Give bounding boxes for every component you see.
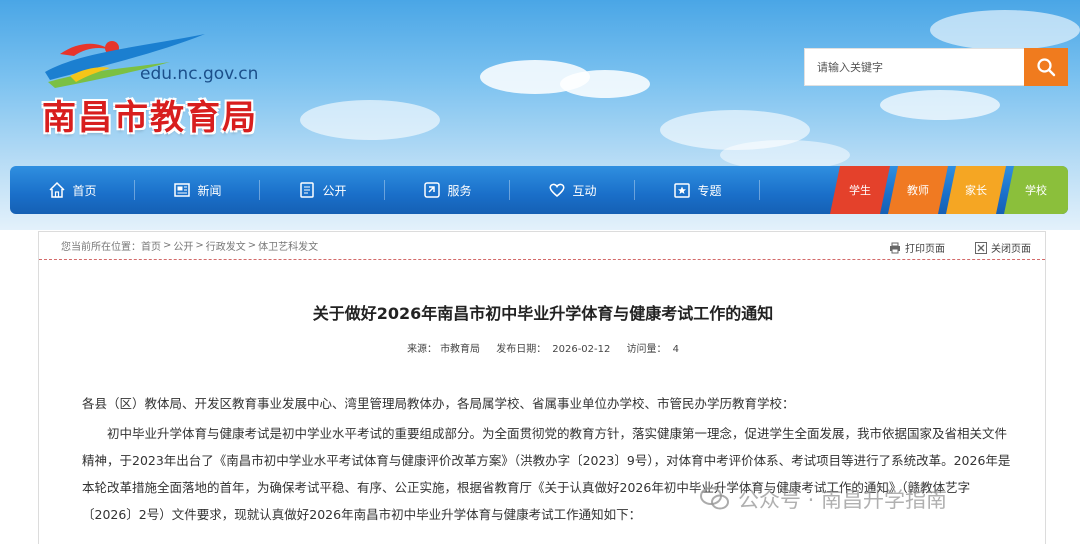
cloud xyxy=(930,10,1080,50)
heart-icon xyxy=(549,183,565,197)
visits-value: 4 xyxy=(672,344,679,355)
print-button[interactable]: 打印页面 xyxy=(889,240,945,255)
source-label: 来源： xyxy=(407,344,438,355)
article-title: 关于做好2026年南昌市初中毕业升学体育与健康考试工作的通知 xyxy=(312,304,774,323)
nav-item-label: 首页 xyxy=(72,183,97,198)
star-icon xyxy=(674,183,691,198)
breadcrumb-item-home[interactable]: 首页 xyxy=(141,238,161,253)
home-icon xyxy=(49,181,66,198)
role-tab-student[interactable]: 学生 xyxy=(830,166,890,214)
breadcrumb-item-admin-docs[interactable]: 行政发文 xyxy=(206,238,246,253)
nav-item-topic[interactable]: 专题 xyxy=(635,166,760,214)
page-tools: 打印页面 关闭页面 xyxy=(889,240,1031,255)
search-box xyxy=(804,48,1068,86)
article-meta: 来源： 市教育局 发布日期： 2026-02-12 访问量： 4 xyxy=(39,340,1047,355)
close-page-button[interactable]: 关闭页面 xyxy=(975,240,1031,255)
breadcrumb-separator: > xyxy=(247,240,257,251)
role-tab-school[interactable]: 学校 xyxy=(1004,166,1068,214)
search-input[interactable] xyxy=(804,48,1024,86)
cloud xyxy=(560,70,650,98)
nav-item-news[interactable]: 新闻 xyxy=(135,166,260,214)
nav-item-label: 专题 xyxy=(697,183,722,198)
watermark: 公众号 · 南昌升学指南 xyxy=(700,484,947,514)
breadcrumb-separator: > xyxy=(195,240,204,251)
date-label: 发布日期： xyxy=(496,344,547,355)
search-icon xyxy=(1037,58,1056,77)
service-icon xyxy=(424,182,441,198)
role-tabs: 学生 教师 家长 学校 xyxy=(832,166,1068,214)
breadcrumb-item-pe-docs[interactable]: 体卫艺科发文 xyxy=(258,238,318,253)
nav-item-public[interactable]: 公开 xyxy=(260,166,385,214)
news-icon xyxy=(174,183,191,197)
role-tab-parent[interactable]: 家长 xyxy=(946,166,1006,214)
close-icon xyxy=(975,241,987,254)
breadcrumb-item-public[interactable]: 公开 xyxy=(173,238,193,253)
source-value: 市教育局 xyxy=(440,344,481,355)
document-icon xyxy=(300,182,315,198)
nav-item-service[interactable]: 服务 xyxy=(385,166,510,214)
watermark-text: 公众号 · 南昌升学指南 xyxy=(738,488,948,512)
cloud xyxy=(300,100,440,140)
main-nav: 首页 新闻 公开 服务 互动 专题 学生 教师 家长 学校 xyxy=(10,166,1068,214)
site-domain: edu.nc.gov.cn xyxy=(140,64,259,84)
role-tab-teacher[interactable]: 教师 xyxy=(888,166,948,214)
date-value: 2026-02-12 xyxy=(552,344,611,355)
breadcrumb-separator: > xyxy=(163,240,172,251)
print-label: 打印页面 xyxy=(905,244,945,255)
nav-item-label: 互动 xyxy=(572,183,597,198)
nav-item-label: 新闻 xyxy=(197,183,222,198)
print-icon xyxy=(890,242,900,253)
cloud xyxy=(880,90,1000,120)
visits-label: 访问量： xyxy=(626,344,667,355)
nav-item-interact[interactable]: 互动 xyxy=(510,166,635,214)
close-label: 关闭页面 xyxy=(991,244,1031,255)
nav-item-home[interactable]: 首页 xyxy=(10,166,135,214)
nav-item-label: 服务 xyxy=(447,183,472,198)
article-paragraph: 各县（区）教体局、开发区教育事业发展中心、湾里管理局教体办，各局属学校、省属事业… xyxy=(82,396,795,411)
nav-item-label: 公开 xyxy=(322,183,347,198)
site-title[interactable]: 南昌市教育局 xyxy=(42,90,258,139)
wechat-icon xyxy=(700,487,729,510)
breadcrumb-prefix: 您当前所在位置： xyxy=(61,242,141,253)
search-button[interactable] xyxy=(1024,48,1068,86)
